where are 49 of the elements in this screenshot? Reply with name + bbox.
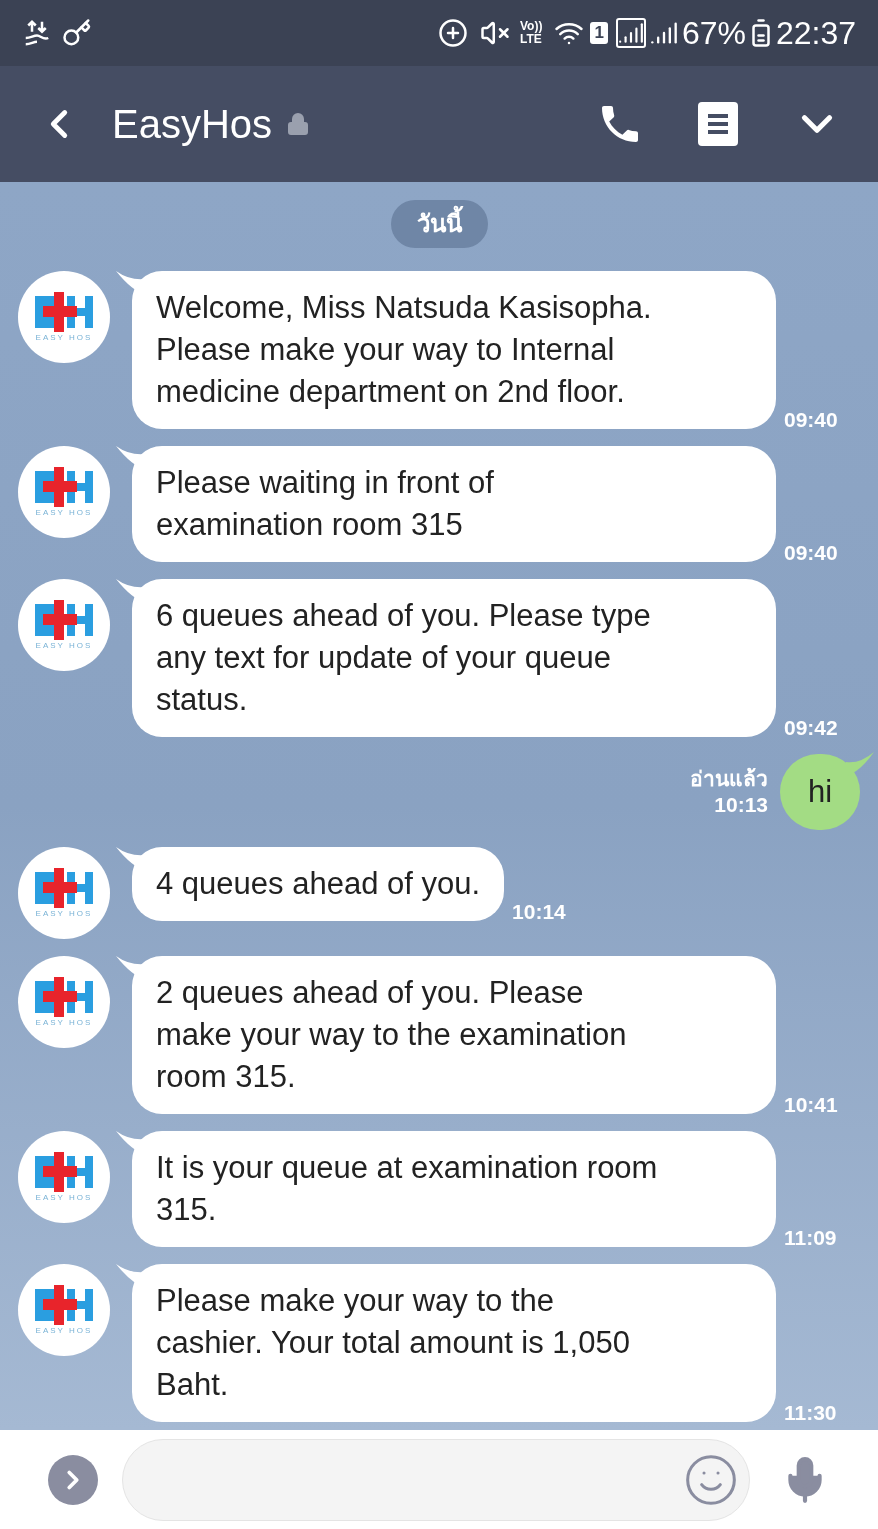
logo-caption: EASY HOS	[35, 334, 93, 342]
avatar[interactable]: EASY HOS	[18, 579, 110, 671]
message-time: 10:13	[714, 792, 768, 818]
message-bubble: hi	[780, 754, 860, 830]
message-bubble: 2 queues ahead of you. Please make your way to the examination room 315.	[132, 956, 776, 1114]
message-time: 09:40	[784, 406, 838, 433]
avatar[interactable]: EASY HOS	[18, 271, 110, 363]
message-time: 09:42	[784, 714, 838, 741]
message-bubble: Please make your way to the cashier. Your total amount is 1,050 Baht.	[132, 1264, 776, 1422]
signal-icon	[615, 18, 646, 48]
logo-caption: EASY HOS	[35, 910, 93, 918]
message-time: 10:14	[512, 898, 566, 925]
avatar[interactable]: EASY HOS	[18, 956, 110, 1048]
key-icon	[62, 18, 92, 48]
logo-caption: EASY HOS	[35, 1019, 93, 1027]
chat-title: EasyHos	[112, 101, 273, 148]
volte-label: Vo))	[519, 20, 543, 33]
logo-caption: EASY HOS	[35, 1327, 93, 1335]
clock: 22:37	[775, 14, 856, 53]
lte-label: LTE	[519, 33, 543, 46]
notes-icon	[696, 100, 740, 148]
message-time: 11:09	[784, 1224, 837, 1251]
hospital-logo-icon	[35, 600, 93, 640]
avatar[interactable]: EASY HOS	[18, 1131, 110, 1223]
message-time: 11:30	[784, 1399, 837, 1426]
message-bubble: It is your queue at examination room 315.	[132, 1131, 776, 1247]
message-time: 09:40	[784, 539, 838, 566]
message-bubble: Please waiting in front of examination room 315	[132, 446, 776, 562]
read-receipt: อ่านแล้ว	[690, 766, 768, 792]
hospital-logo-icon	[35, 868, 93, 908]
hospital-logo-icon	[35, 1285, 93, 1325]
expand-button[interactable]	[48, 1454, 98, 1505]
message-bubble: 6 queues ahead of you. Please type any text for update of your queue status.	[132, 579, 776, 737]
logo-caption: EASY HOS	[35, 642, 93, 650]
message-time: 10:41	[784, 1091, 838, 1118]
avatar[interactable]: EASY HOS	[18, 446, 110, 538]
avatar[interactable]: EASY HOS	[18, 1264, 110, 1356]
avatar[interactable]: EASY HOS	[18, 847, 110, 939]
message-bubble: 4 queues ahead of you.	[132, 847, 505, 921]
sim-badge: 1	[590, 22, 608, 44]
hospital-logo-icon	[35, 292, 93, 332]
hospital-logo-icon	[35, 977, 93, 1017]
hospital-logo-icon	[35, 467, 93, 507]
message-bubble: Welcome, Miss Natsuda Kasisopha. Please make your way to Internal medicine department on 2nd floor.	[132, 271, 776, 429]
logo-caption: EASY HOS	[35, 1194, 93, 1202]
data-saver-icon	[437, 18, 468, 48]
battery-percent: 67%	[681, 14, 746, 53]
logo-caption: EASY HOS	[35, 509, 93, 517]
hospital-logo-icon	[35, 1152, 93, 1192]
